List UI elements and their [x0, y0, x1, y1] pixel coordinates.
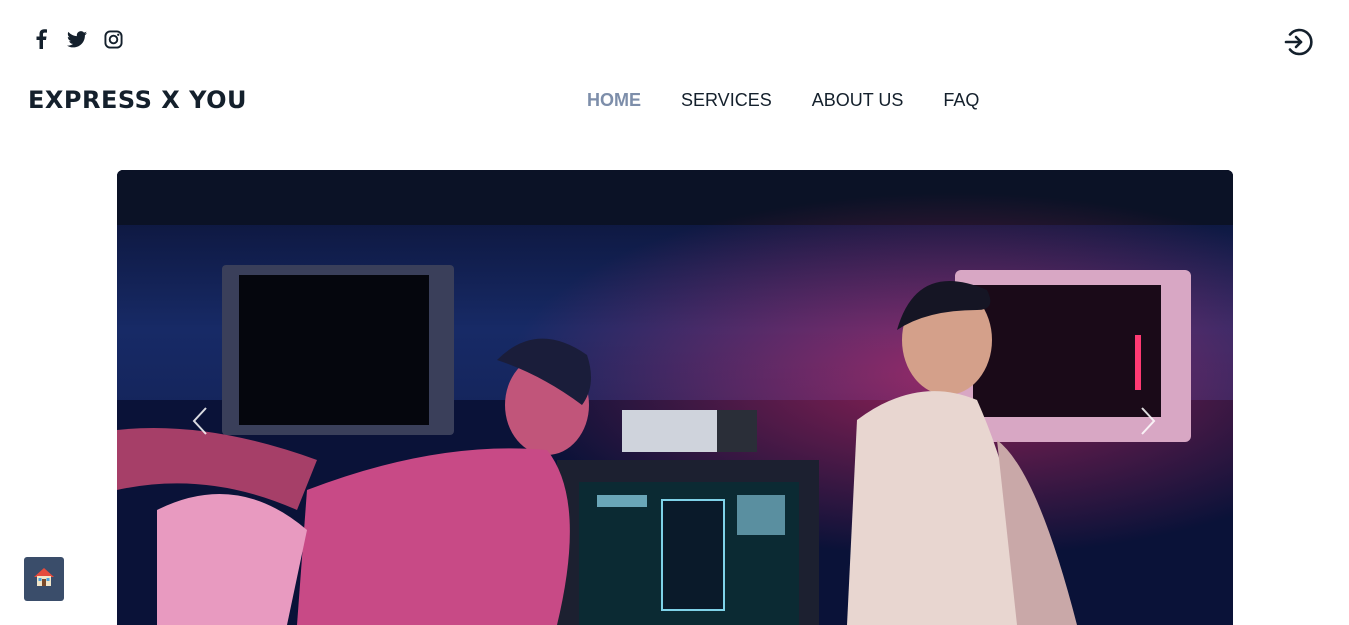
hero-image [117, 170, 1233, 625]
instagram-icon[interactable] [102, 28, 124, 50]
nav-home[interactable]: HOME [587, 90, 641, 111]
nav-about-us[interactable]: ABOUT US [812, 90, 904, 111]
login-icon[interactable] [1281, 26, 1313, 58]
house-icon [33, 566, 55, 592]
hero-carousel [117, 170, 1233, 625]
chevron-left-icon[interactable] [190, 405, 210, 437]
chevron-right-icon[interactable] [1138, 405, 1158, 437]
main-nav: HOME SERVICES ABOUT US FAQ [587, 90, 979, 111]
nav-services[interactable]: SERVICES [681, 90, 772, 111]
home-button[interactable] [24, 557, 64, 601]
nav-faq[interactable]: FAQ [943, 90, 979, 111]
twitter-icon[interactable] [66, 28, 88, 50]
social-links [30, 28, 124, 50]
facebook-icon[interactable] [30, 28, 52, 50]
brand-logo[interactable]: EXPRESS X YOU [28, 86, 247, 114]
